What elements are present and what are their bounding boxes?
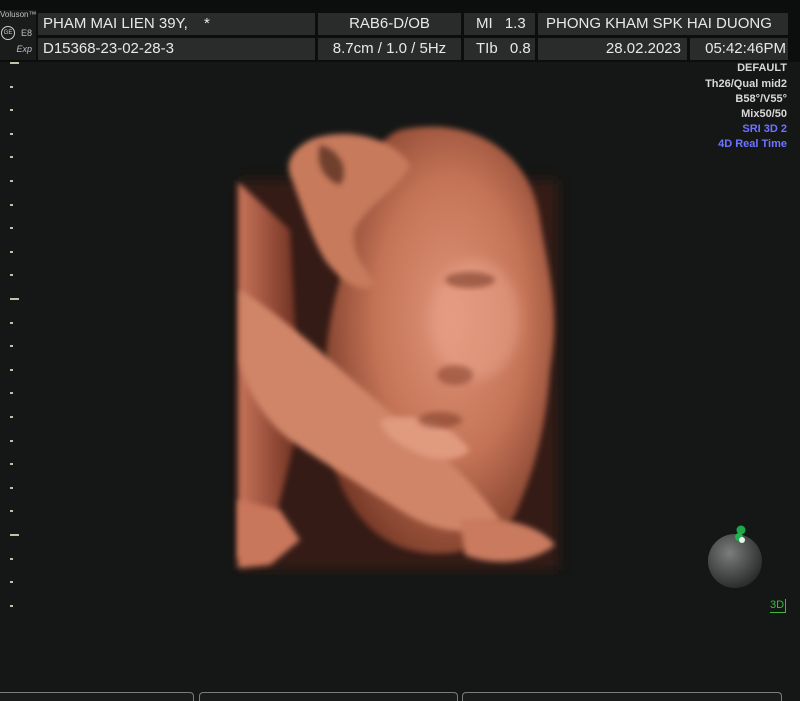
- ruler-tick: [10, 416, 13, 418]
- ge-logo-icon: GE: [1, 26, 15, 40]
- patient-flag: *: [203, 15, 210, 32]
- depth-ruler: [0, 62, 30, 622]
- ruler-tick: [10, 85, 13, 88]
- mode-label: 4D Real Time: [718, 138, 787, 150]
- ruler-tick: [10, 203, 13, 206]
- ruler-tick: [10, 227, 13, 230]
- institution-name: PHONG KHAM SPK HAI DUONG: [546, 15, 772, 32]
- ruler-tick: [10, 274, 13, 277]
- mi-label: MI: [476, 15, 493, 32]
- ruler-tick: [10, 557, 13, 560]
- softkey-tab-1[interactable]: [0, 692, 194, 701]
- ruler-tick: [10, 534, 19, 536]
- threshold-quality-label: Th26/Qual mid2: [705, 78, 787, 90]
- ruler-tick: [10, 250, 13, 253]
- softkey-tab-3[interactable]: [462, 692, 782, 701]
- probe-cell[interactable]: RAB6-D/OB: [318, 13, 461, 35]
- ruler-tick: [10, 486, 13, 489]
- tib-cell: TIb 0.8: [464, 38, 535, 60]
- ruler-tick: [10, 180, 13, 182]
- date-cell: 28.02.2023: [538, 38, 687, 60]
- brand-block: Voluson™ GE E8 Exp: [0, 10, 36, 60]
- model-label: E8: [20, 28, 32, 38]
- ruler-tick: [10, 132, 13, 135]
- ruler-tick: [10, 368, 13, 371]
- probe-settings: 8.7cm / 1.0 / 5Hz: [332, 40, 447, 57]
- ruler-tick: [10, 321, 13, 324]
- ruler-tick: [10, 62, 19, 64]
- mix-label: Mix50/50: [741, 108, 787, 120]
- mi-value: 1.3: [504, 15, 526, 32]
- probe-name: RAB6-D/OB: [349, 15, 430, 32]
- brand-name: Voluson™: [0, 10, 37, 19]
- header-bar: Voluson™ GE E8 Exp PHAM MAI LIEN 39Y, * …: [0, 0, 800, 62]
- exp-label: Exp: [16, 44, 32, 54]
- institution-cell: PHONG KHAM SPK HAI DUONG: [538, 13, 788, 35]
- softkey-tab-2[interactable]: [199, 692, 458, 701]
- ultrasound-3d-render[interactable]: [230, 120, 570, 575]
- ruler-tick: [10, 156, 13, 159]
- tib-label: TIb: [476, 40, 498, 57]
- fetal-face-render: [238, 126, 558, 570]
- ruler-tick: [10, 581, 13, 584]
- probe-settings-cell: 8.7cm / 1.0 / 5Hz: [318, 38, 461, 60]
- ruler-tick: [10, 298, 19, 300]
- orientation-marker-icon[interactable]: [733, 524, 749, 546]
- ruler-tick: [10, 345, 13, 348]
- box-angles-label: B58°/V55°: [735, 93, 787, 105]
- ruler-tick: [10, 510, 13, 513]
- ruler-tick: [10, 604, 13, 607]
- exam-id-cell: D15368-23-02-28-3: [38, 38, 315, 60]
- mode-3d-label[interactable]: 3D: [770, 599, 787, 613]
- ruler-tick: [10, 439, 13, 442]
- time-cell: 05:42:46PM: [690, 38, 788, 60]
- tib-value: 0.8: [509, 40, 531, 57]
- sri-label: SRI 3D 2: [742, 123, 787, 135]
- ruler-tick: [10, 463, 13, 466]
- ultrasound-screen: Voluson™ GE E8 Exp PHAM MAI LIEN 39Y, * …: [0, 0, 800, 701]
- ruler-tick: [10, 109, 13, 112]
- exam-id: D15368-23-02-28-3: [43, 40, 174, 57]
- ruler-tick: [10, 392, 13, 395]
- patient-name-cell[interactable]: PHAM MAI LIEN 39Y, *: [38, 13, 315, 35]
- patient-name: PHAM MAI LIEN 39Y,: [43, 15, 188, 32]
- exam-time: 05:42:46PM: [705, 40, 786, 57]
- preset-label: DEFAULT: [737, 62, 787, 74]
- mi-cell: MI 1.3: [464, 13, 535, 35]
- exam-date: 28.02.2023: [605, 40, 681, 57]
